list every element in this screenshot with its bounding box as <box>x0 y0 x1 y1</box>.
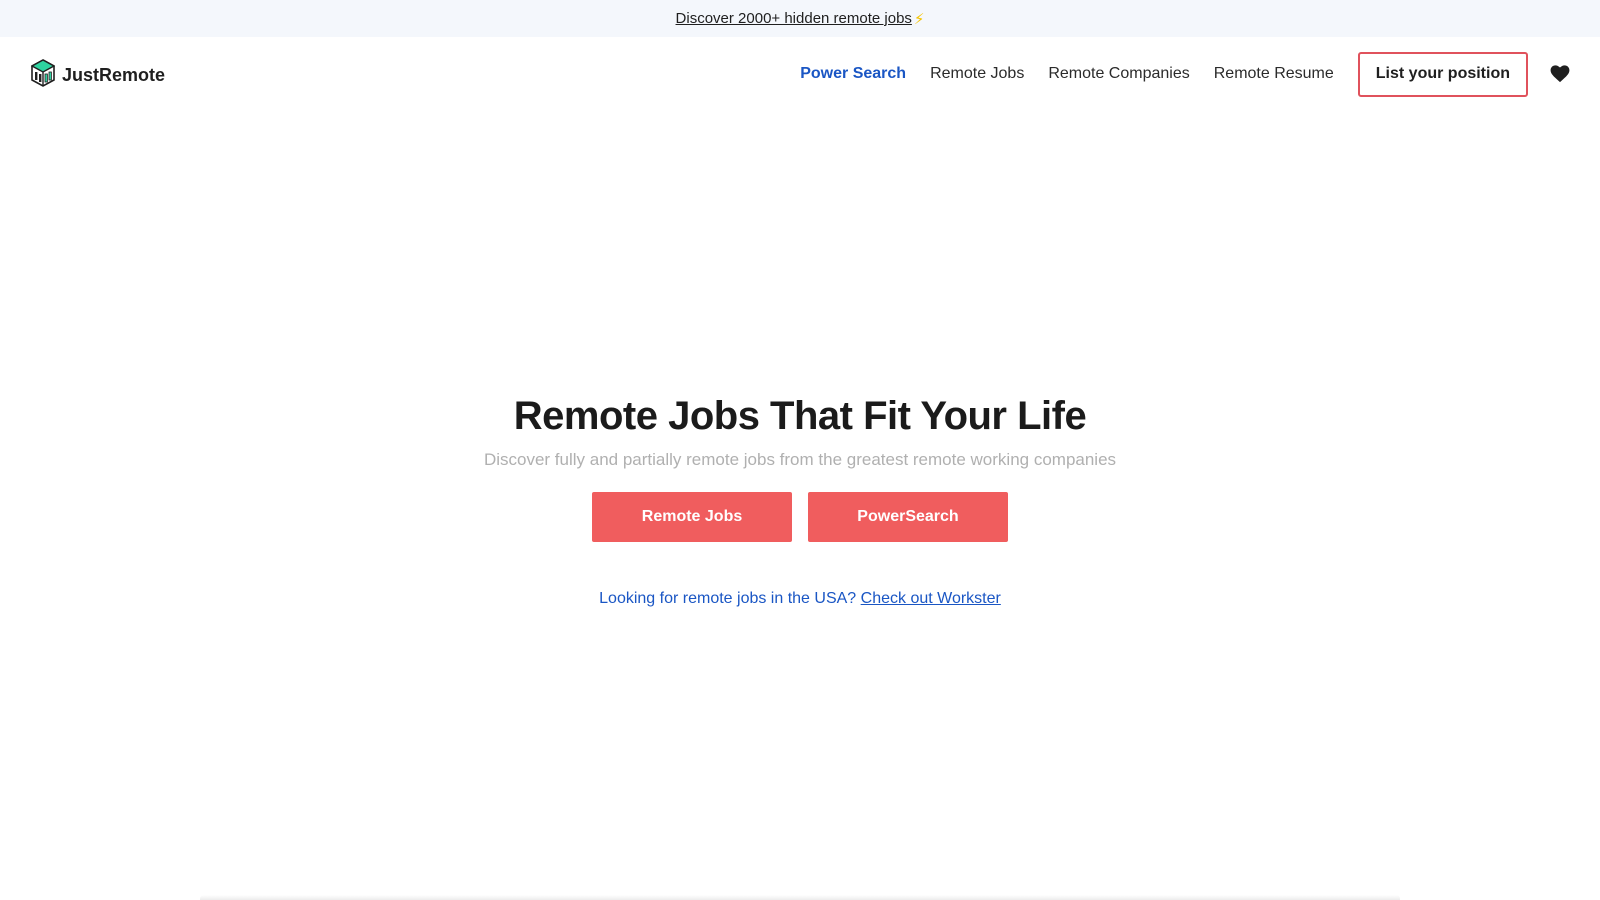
hero-buttons: Remote Jobs PowerSearch <box>0 492 1600 542</box>
remote-jobs-button[interactable]: Remote Jobs <box>592 492 792 542</box>
announcement-bar: Discover 2000+ hidden remote jobs ⚡ <box>0 0 1600 37</box>
nav-item-power-search[interactable]: Power Search <box>800 65 906 83</box>
usa-prompt-text: Looking for remote jobs in the USA? <box>599 590 857 607</box>
building-logo-icon <box>30 59 56 92</box>
main-menu: Power Search Remote Jobs Remote Companie… <box>800 51 1570 97</box>
hero-section: Remote Jobs That Fit Your Life Discover … <box>0 390 1600 608</box>
nav-item-remote-companies[interactable]: Remote Companies <box>1048 65 1189 83</box>
lightning-icon: ⚡ <box>913 10 925 28</box>
hero-subtitle: Discover fully and partially remote jobs… <box>483 450 1117 469</box>
brand-name: JustRemote <box>62 65 166 85</box>
workster-link[interactable]: Check out Workster <box>861 590 1001 607</box>
content-card-edge <box>200 895 1400 900</box>
nav-item-remote-resume[interactable]: Remote Resume <box>1214 65 1334 83</box>
nav-item-remote-jobs[interactable]: Remote Jobs <box>930 65 1024 83</box>
power-search-button[interactable]: PowerSearch <box>808 492 1008 542</box>
usa-promo: Looking for remote jobs in the USA? Chec… <box>0 590 1600 608</box>
announcement-link[interactable]: Discover 2000+ hidden remote jobs <box>676 10 912 27</box>
hero-title: Remote Jobs That Fit Your Life <box>513 394 1087 438</box>
list-position-button[interactable]: List your position <box>1357 51 1528 97</box>
top-navigation: JustRemote Power Search Remote Jobs Remo… <box>0 37 1600 111</box>
heart-icon[interactable] <box>1550 65 1570 83</box>
brand-home-link[interactable]: JustRemote <box>30 59 166 92</box>
